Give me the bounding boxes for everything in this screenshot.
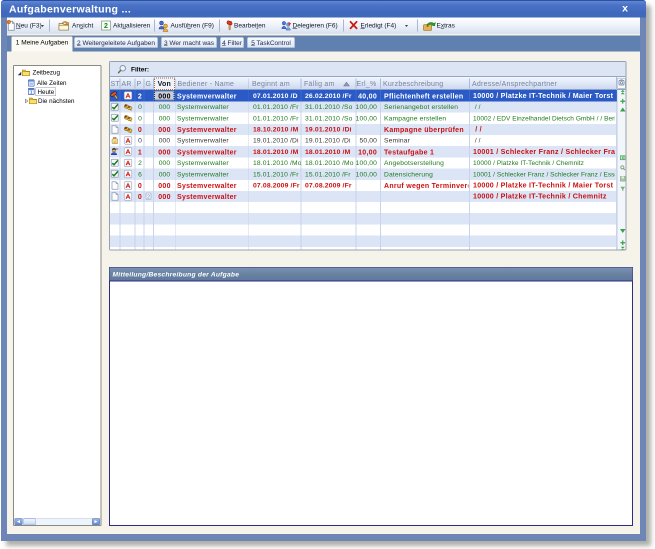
svg-text:2: 2 xyxy=(147,194,150,200)
svg-text:2: 2 xyxy=(104,23,108,30)
